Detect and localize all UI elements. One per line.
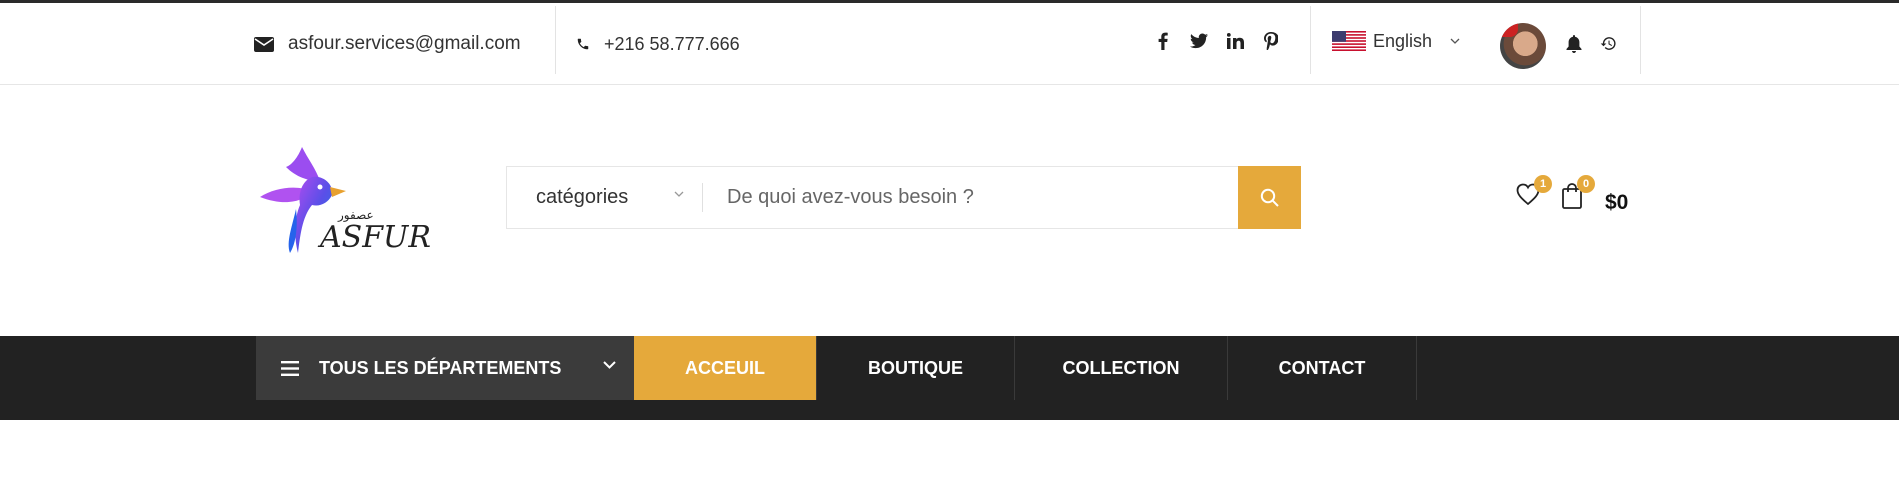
category-select-label: catégories [536, 186, 629, 208]
chevron-down-icon [603, 361, 616, 369]
bell-icon[interactable] [1566, 35, 1582, 53]
social-links [1154, 3, 1280, 79]
asfur-logo[interactable]: عصفور ASFUR [256, 147, 456, 267]
facebook-icon[interactable] [1154, 32, 1172, 50]
pinterest-icon[interactable] [1262, 32, 1280, 50]
svg-text:ASFUR: ASFUR [317, 220, 431, 255]
nav-item-boutique[interactable]: BOUTIQUE [817, 336, 1015, 400]
search-button[interactable] [1238, 166, 1301, 229]
nav-menu: ACCEUIL BOUTIQUE COLLECTION CONTACT [634, 336, 1417, 400]
phone-text: +216 58.777.666 [604, 33, 740, 54]
main-nav: TOUS LES DÉPARTEMENTS ACCEUIL BOUTIQUE C… [0, 336, 1899, 420]
menu-icon [281, 360, 299, 376]
language-label: English [1373, 30, 1433, 51]
envelope-icon [254, 36, 274, 52]
contact-phone[interactable]: +216 58.777.666 [576, 3, 740, 85]
email-text: asfour.services@gmail.com [288, 33, 521, 54]
all-departments-label: TOUS LES DÉPARTEMENTS [319, 357, 562, 378]
nav-item-contact[interactable]: CONTACT [1228, 336, 1417, 400]
avatar[interactable] [1500, 23, 1546, 69]
chevron-down-icon [674, 191, 684, 197]
us-flag-icon [1332, 31, 1366, 51]
language-selector[interactable]: English [1332, 3, 1460, 79]
contact-email[interactable]: asfour.services@gmail.com [254, 3, 521, 85]
divider [1640, 6, 1641, 74]
cart-button[interactable]: 0 [1561, 175, 1595, 209]
search-input[interactable] [703, 167, 1238, 228]
linkedin-icon[interactable] [1226, 33, 1244, 49]
all-departments-button[interactable]: TOUS LES DÉPARTEMENTS [256, 336, 634, 400]
chevron-down-icon [1450, 38, 1460, 44]
category-select[interactable]: catégories [507, 167, 702, 228]
nav-item-collection[interactable]: COLLECTION [1015, 336, 1228, 400]
search-bar: catégories [506, 166, 1301, 229]
wishlist-button[interactable]: 1 [1516, 175, 1552, 207]
phone-icon [577, 38, 589, 50]
cart-count-badge: 0 [1577, 175, 1595, 193]
search-icon [1260, 188, 1279, 207]
history-icon[interactable] [1600, 35, 1617, 52]
cart-total[interactable]: $0 [1605, 191, 1628, 215]
top-bar: asfour.services@gmail.com +216 58.777.66… [0, 3, 1899, 85]
divider [555, 6, 556, 74]
divider [1310, 6, 1311, 74]
main-header: عصفور ASFUR catégories 1 0 $0 [0, 85, 1899, 336]
twitter-icon[interactable] [1190, 33, 1208, 49]
nav-item-acceuil[interactable]: ACCEUIL [634, 336, 817, 400]
wishlist-count-badge: 1 [1534, 175, 1552, 193]
